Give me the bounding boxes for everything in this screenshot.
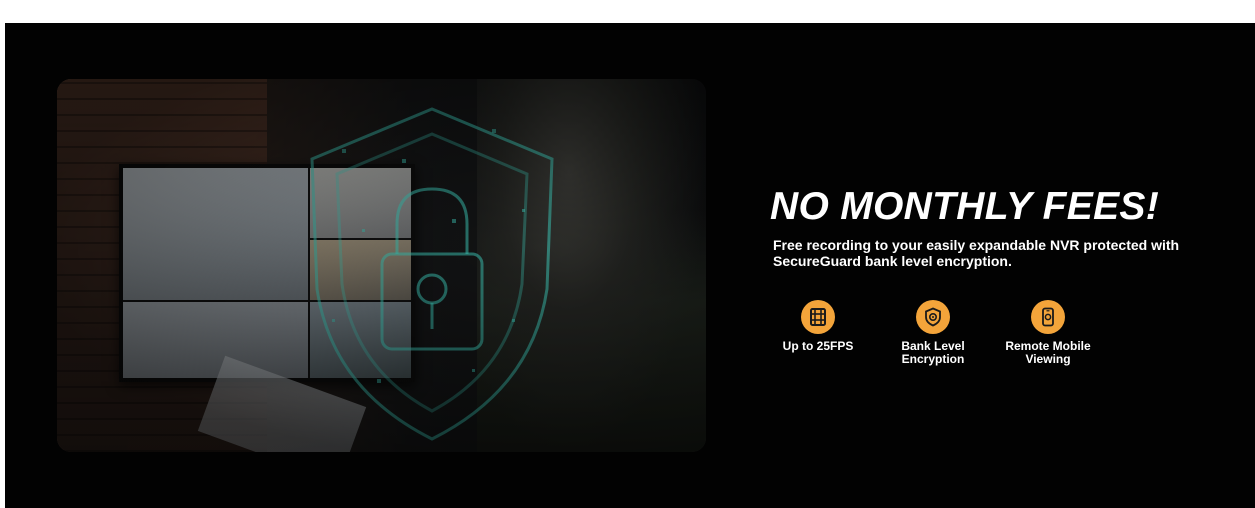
shield-lock-icon — [916, 300, 950, 334]
film-strip-icon — [801, 300, 835, 334]
hero-image — [57, 79, 706, 452]
headline: NO MONTHLY FEES! — [770, 185, 1160, 228]
feature-mobile: Remote Mobile Viewing — [988, 300, 1108, 366]
promo-banner: NO MONTHLY FEES! Free recording to your … — [5, 23, 1255, 508]
hero-vignette — [57, 79, 706, 452]
mobile-phone-icon — [1031, 300, 1065, 334]
feature-label: Bank Level Encryption — [901, 339, 965, 366]
feature-label: Remote Mobile Viewing — [1005, 339, 1091, 366]
subheadline: Free recording to your easily expandable… — [773, 237, 1180, 269]
feature-encryption: Bank Level Encryption — [873, 300, 993, 366]
feature-label: Up to 25FPS — [782, 339, 854, 353]
feature-fps: Up to 25FPS — [758, 300, 878, 353]
